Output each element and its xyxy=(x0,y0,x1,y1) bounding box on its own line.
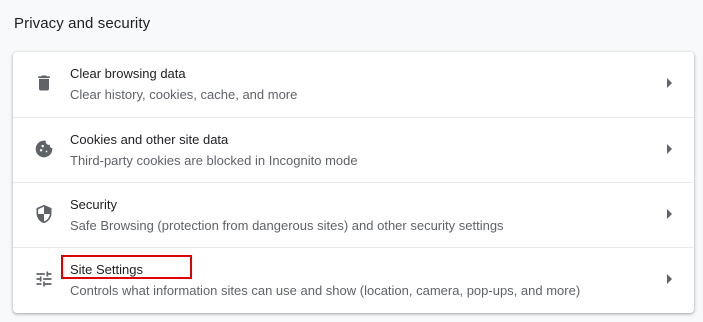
row-sublabel: Safe Browsing (protection from dangerous… xyxy=(70,218,504,233)
trash-icon xyxy=(33,72,55,94)
row-label: Clear browsing data xyxy=(70,66,186,81)
chevron-right-icon xyxy=(667,144,672,154)
tune-sliders-icon xyxy=(33,268,55,290)
chevron-right-icon xyxy=(667,78,672,88)
privacy-settings-page: Privacy and security Clear browsing data… xyxy=(0,0,703,322)
settings-card: Clear browsing data Clear history, cooki… xyxy=(13,52,694,313)
row-label: Cookies and other site data xyxy=(70,132,229,147)
clear-browsing-data-row[interactable]: Clear browsing data Clear history, cooki… xyxy=(13,52,694,117)
shield-icon xyxy=(33,203,55,225)
site-settings-row[interactable]: Site Settings Controls what information … xyxy=(13,247,694,313)
row-sublabel: Controls what information sites can use … xyxy=(70,283,581,298)
row-label: Security xyxy=(70,197,117,212)
row-sublabel: Third-party cookies are blocked in Incog… xyxy=(70,153,358,168)
security-row[interactable]: Security Safe Browsing (protection from … xyxy=(13,182,694,248)
chevron-right-icon xyxy=(667,274,672,284)
cookies-row[interactable]: Cookies and other site data Third-party … xyxy=(13,117,694,183)
row-label: Site Settings xyxy=(70,262,143,277)
row-sublabel: Clear history, cookies, cache, and more xyxy=(70,87,298,102)
chevron-right-icon xyxy=(667,209,672,219)
section-title: Privacy and security xyxy=(14,15,151,32)
cookie-icon xyxy=(33,138,55,160)
